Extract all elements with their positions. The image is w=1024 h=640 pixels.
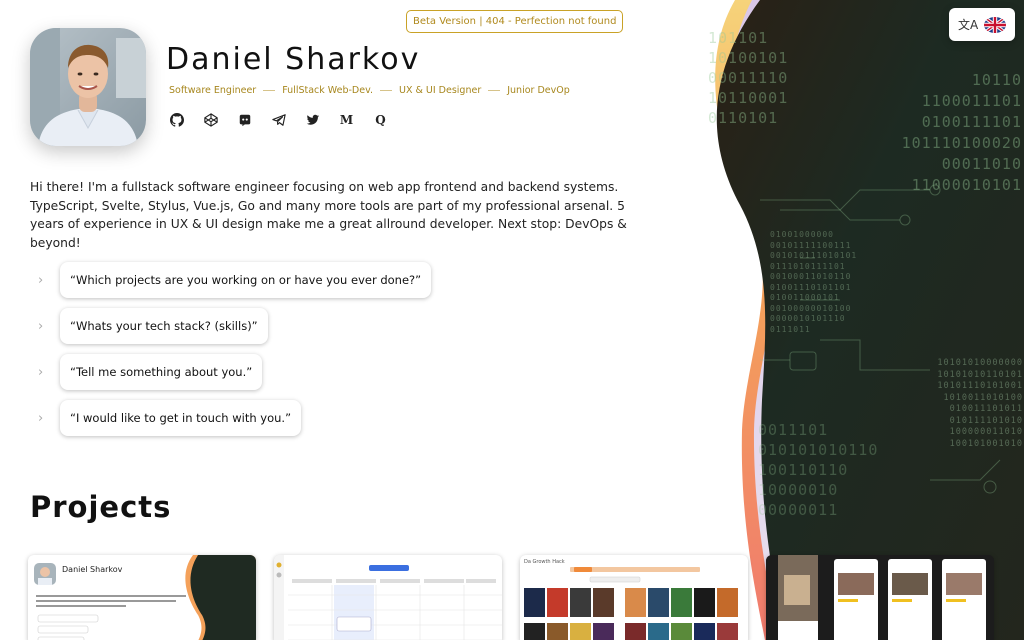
- intro-paragraph: Hi there! I'm a fullstack software engin…: [30, 180, 627, 250]
- project-card-media-library[interactable]: Da Growth Hack: [520, 555, 748, 640]
- role-list: Software Engineer FullStack Web-Dev. UX …: [169, 85, 570, 96]
- question-row[interactable]: › “Whats your tech stack? (skills)”: [38, 308, 431, 344]
- github-icon[interactable]: [168, 111, 185, 128]
- role-item: FullStack Web-Dev.: [282, 85, 373, 96]
- quora-icon[interactable]: Q: [372, 111, 389, 128]
- chevron-right-icon: ›: [38, 364, 44, 380]
- role-separator: [263, 90, 276, 91]
- twitter-icon[interactable]: [304, 111, 321, 128]
- question-row[interactable]: › “Tell me something about you.”: [38, 354, 431, 390]
- project-preview-image: [766, 555, 994, 640]
- role-item: Junior DevOp: [507, 85, 570, 96]
- question-row[interactable]: › “I would like to get in touch with you…: [38, 400, 431, 436]
- role-separator: [488, 90, 501, 91]
- project-card-portfolio[interactable]: Daniel Sharkov: [28, 555, 256, 640]
- language-switcher-button[interactable]: 文A: [949, 8, 1015, 41]
- project-preview-image: [274, 555, 502, 640]
- project-preview-title: Daniel Sharkov: [62, 565, 123, 574]
- beta-version-badge: Beta Version | 404 - Perfection not foun…: [406, 10, 624, 33]
- profile-name: Daniel Sharkov: [166, 42, 421, 77]
- project-preview-image: [524, 567, 738, 640]
- profile-avatar: [30, 28, 146, 146]
- social-links: M Q: [168, 111, 389, 128]
- discord-icon[interactable]: [236, 111, 253, 128]
- question-list: › “Which projects are you working on or …: [38, 262, 432, 446]
- translate-icon: 文A: [957, 18, 979, 32]
- role-separator: [380, 90, 392, 91]
- project-preview-title: Da Growth Hack: [524, 559, 565, 565]
- chevron-right-icon: ›: [38, 272, 44, 288]
- codepen-icon[interactable]: [202, 111, 219, 128]
- uk-flag-icon: [984, 16, 1007, 33]
- role-item: UX & UI Designer: [399, 85, 482, 96]
- question-row[interactable]: › “Which projects are you working on or …: [38, 262, 432, 298]
- project-card-calendar[interactable]: [274, 555, 502, 640]
- question-projects-button[interactable]: “Which projects are you working on or ha…: [60, 262, 432, 298]
- chevron-right-icon: ›: [38, 410, 44, 426]
- question-about-button[interactable]: “Tell me something about you.”: [60, 354, 263, 390]
- medium-icon[interactable]: M: [338, 111, 355, 128]
- projects-heading: Projects: [30, 490, 172, 524]
- project-card-mobile-app[interactable]: [766, 555, 994, 640]
- question-skills-button[interactable]: “Whats your tech stack? (skills)”: [60, 308, 268, 344]
- role-item: Software Engineer: [169, 85, 257, 96]
- chevron-right-icon: ›: [38, 318, 44, 334]
- telegram-icon[interactable]: [270, 111, 287, 128]
- question-contact-button[interactable]: “I would like to get in touch with you.”: [60, 400, 302, 436]
